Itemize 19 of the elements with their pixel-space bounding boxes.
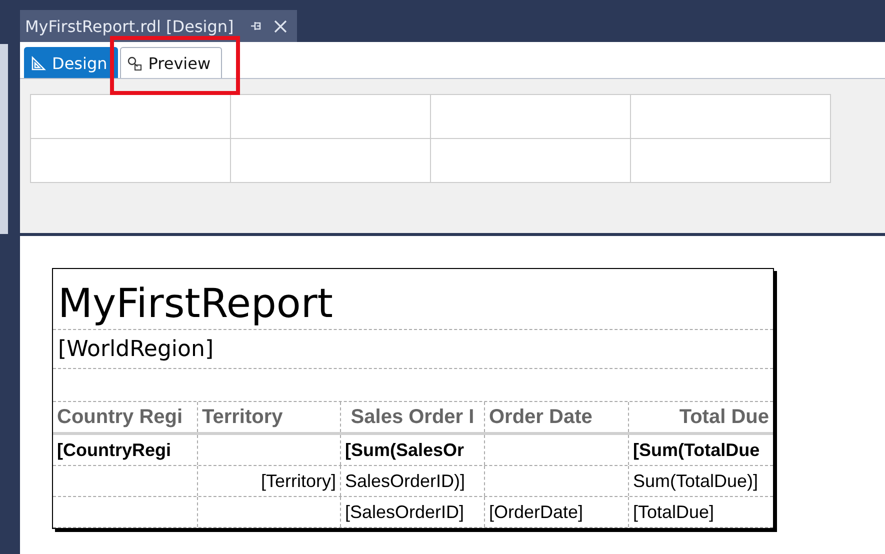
column-header: Sales Order I (341, 402, 485, 432)
table-cell-text: [Sum(TotalDue (632, 438, 761, 462)
table-cell: [OrderDate] (485, 497, 629, 527)
table-cell: [CountryRegi (53, 435, 198, 465)
table-cell-text: Sum(TotalDue)] (632, 470, 760, 493)
table-cell: [Territory] (198, 466, 341, 496)
table-cell: [SalesOrderID] (341, 497, 485, 527)
view-tab[interactable]: Preview (120, 47, 222, 78)
column-header: Country Regi (53, 402, 198, 432)
column-header: Total Due (678, 404, 770, 430)
region-field: [WorldRegion] (58, 336, 214, 362)
column-header: Territory (198, 402, 341, 432)
document-tab[interactable]: MyFirstReport.rdl [Design] (20, 10, 297, 42)
view-tab[interactable]: Design (24, 47, 118, 78)
report-title: MyFirstReport (57, 280, 333, 329)
table-cell: [Sum(SalesOr (341, 435, 485, 465)
table-cell-text: [TotalDue] (632, 500, 716, 524)
table-cell: SalesOrderID)] (341, 466, 485, 496)
column-header: Order Date (485, 402, 629, 432)
